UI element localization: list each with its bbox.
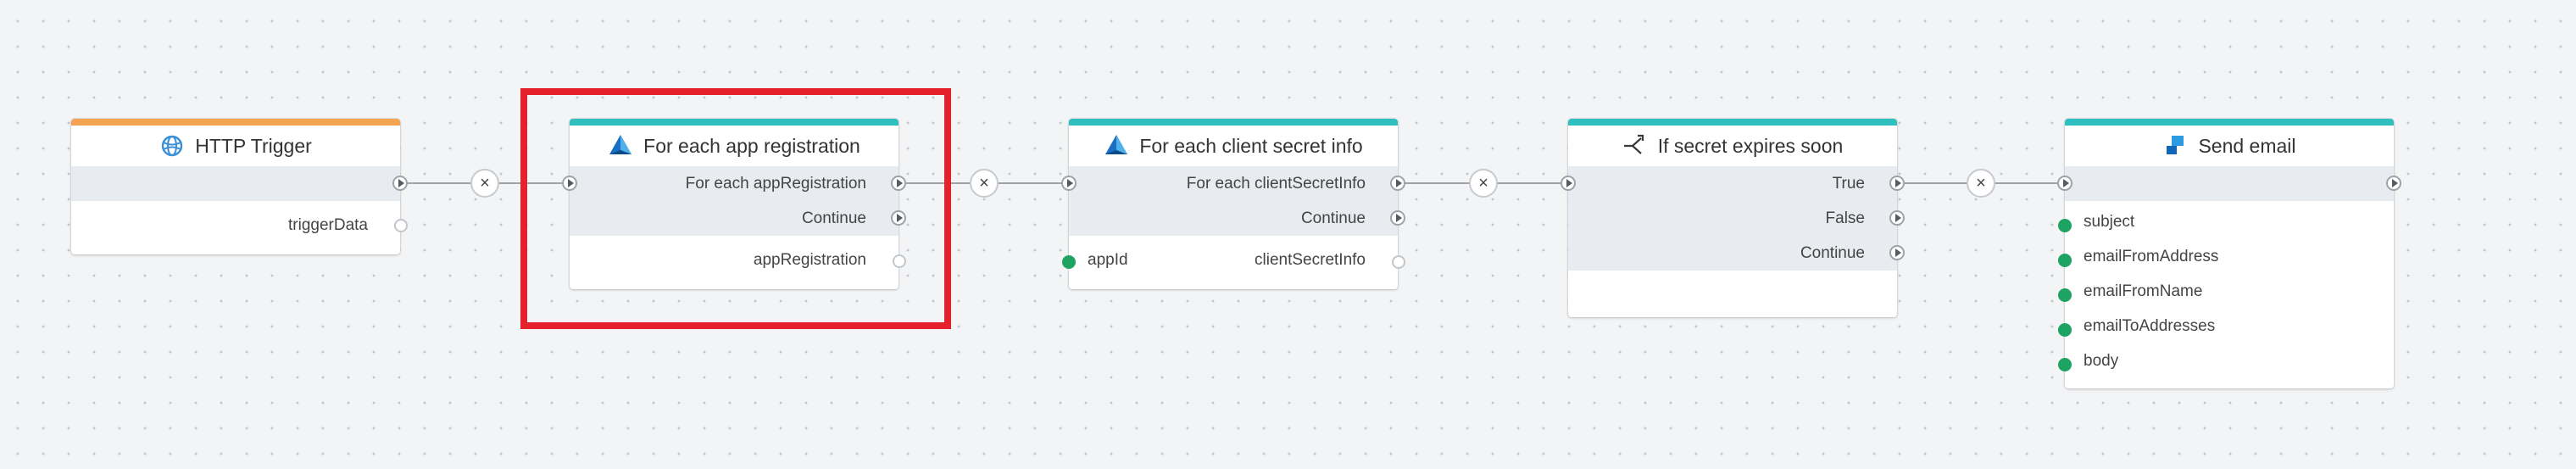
- close-icon: ×: [1478, 174, 1488, 193]
- node-header: HTTP Trigger: [71, 126, 400, 166]
- node-title: Send email: [2198, 134, 2296, 157]
- outputs-section: [2065, 166, 2394, 201]
- input-label: body: [2084, 351, 2119, 370]
- output-row: False: [1568, 201, 1897, 236]
- input-row: body: [2065, 343, 2394, 378]
- trigger-accent-bar: [71, 119, 400, 126]
- output-label: For each clientSecretInfo: [1186, 174, 1366, 193]
- input-row: emailFromAddress: [2065, 239, 2394, 274]
- prop-port[interactable]: [1392, 255, 1405, 269]
- azure-ad-icon: [1104, 133, 1129, 159]
- email-service-icon: [2162, 133, 2188, 159]
- action-accent-bar: [2065, 119, 2394, 126]
- input-port-connected[interactable]: [2058, 219, 2072, 232]
- input-label: emailFromName: [2084, 282, 2203, 300]
- inputs-section: appId clientSecretInfo: [1069, 236, 1398, 289]
- delete-connection-button[interactable]: ×: [1469, 169, 1498, 198]
- action-accent-bar: [1069, 119, 1398, 126]
- branch-icon: [1622, 133, 1648, 159]
- selection-highlight: [520, 88, 951, 329]
- output-row: Continue: [1568, 236, 1897, 271]
- input-row: appId clientSecretInfo: [1069, 243, 1398, 277]
- workflow-canvas[interactable]: HTTP Trigger triggerData For each app re…: [0, 0, 2576, 469]
- input-port[interactable]: [2057, 176, 2072, 191]
- output-label: True: [1832, 174, 1865, 193]
- props-section: triggerData: [71, 201, 400, 254]
- delete-connection-button[interactable]: ×: [1967, 169, 1995, 198]
- output-label: False: [1825, 209, 1865, 227]
- node-body-empty: [1568, 271, 1897, 317]
- close-icon: ×: [480, 174, 490, 193]
- output-port[interactable]: [1889, 245, 1905, 260]
- node-send-email[interactable]: Send email subject emailFromAddress emai…: [2065, 119, 2394, 388]
- input-port[interactable]: [1561, 176, 1576, 191]
- outputs-section: True False Continue: [1568, 166, 1897, 271]
- prop-label: clientSecretInfo: [1255, 250, 1366, 269]
- delete-connection-button[interactable]: ×: [470, 169, 499, 198]
- node-title: If secret expires soon: [1657, 134, 1844, 157]
- input-row: emailToAddresses: [2065, 309, 2394, 343]
- output-row: For each clientSecretInfo: [1069, 166, 1398, 201]
- output-port[interactable]: [392, 176, 408, 191]
- node-header: For each client secret info: [1069, 126, 1398, 166]
- output-port[interactable]: [1390, 176, 1405, 191]
- input-port-connected[interactable]: [2058, 358, 2072, 371]
- output-row: True: [1568, 166, 1897, 201]
- input-row: emailFromName: [2065, 274, 2394, 309]
- output-port[interactable]: [1889, 210, 1905, 226]
- node-http-trigger[interactable]: HTTP Trigger triggerData: [71, 119, 400, 254]
- input-label: emailToAddresses: [2084, 316, 2216, 335]
- node-if-secret-expires-soon[interactable]: If secret expires soon True False Contin…: [1568, 119, 1897, 317]
- input-port[interactable]: [1061, 176, 1077, 191]
- input-port-connected[interactable]: [1062, 255, 1076, 269]
- output-label: Continue: [1800, 243, 1865, 262]
- input-label: subject: [2084, 212, 2135, 231]
- output-port[interactable]: [1889, 176, 1905, 191]
- output-port[interactable]: [2386, 176, 2401, 191]
- output-port[interactable]: [1390, 210, 1405, 226]
- input-label: appId: [1088, 250, 1128, 269]
- node-header: Send email: [2065, 126, 2394, 166]
- close-icon: ×: [979, 174, 989, 193]
- close-icon: ×: [1976, 174, 1986, 193]
- delete-connection-button[interactable]: ×: [970, 169, 999, 198]
- input-label: emailFromAddress: [2084, 247, 2219, 265]
- inputs-section: subject emailFromAddress emailFromName e…: [2065, 201, 2394, 388]
- prop-row: triggerData: [71, 208, 400, 243]
- prop-port[interactable]: [394, 219, 408, 232]
- output-row: Continue: [1069, 201, 1398, 236]
- input-port-connected[interactable]: [2058, 288, 2072, 302]
- outputs-section: For each clientSecretInfo Continue: [1069, 166, 1398, 236]
- action-accent-bar: [1568, 119, 1897, 126]
- input-row: subject: [2065, 204, 2394, 239]
- node-title: For each client secret info: [1139, 134, 1363, 157]
- output-label: Continue: [1300, 209, 1366, 227]
- input-port-connected[interactable]: [2058, 254, 2072, 267]
- globe-icon: [159, 133, 185, 159]
- node-header: If secret expires soon: [1568, 126, 1897, 166]
- prop-label: triggerData: [288, 215, 368, 234]
- node-for-each-client-secret-info[interactable]: For each client secret info For each cli…: [1069, 119, 1398, 289]
- outputs-section: [71, 166, 400, 201]
- input-port-connected[interactable]: [2058, 323, 2072, 337]
- node-title: HTTP Trigger: [195, 134, 312, 157]
